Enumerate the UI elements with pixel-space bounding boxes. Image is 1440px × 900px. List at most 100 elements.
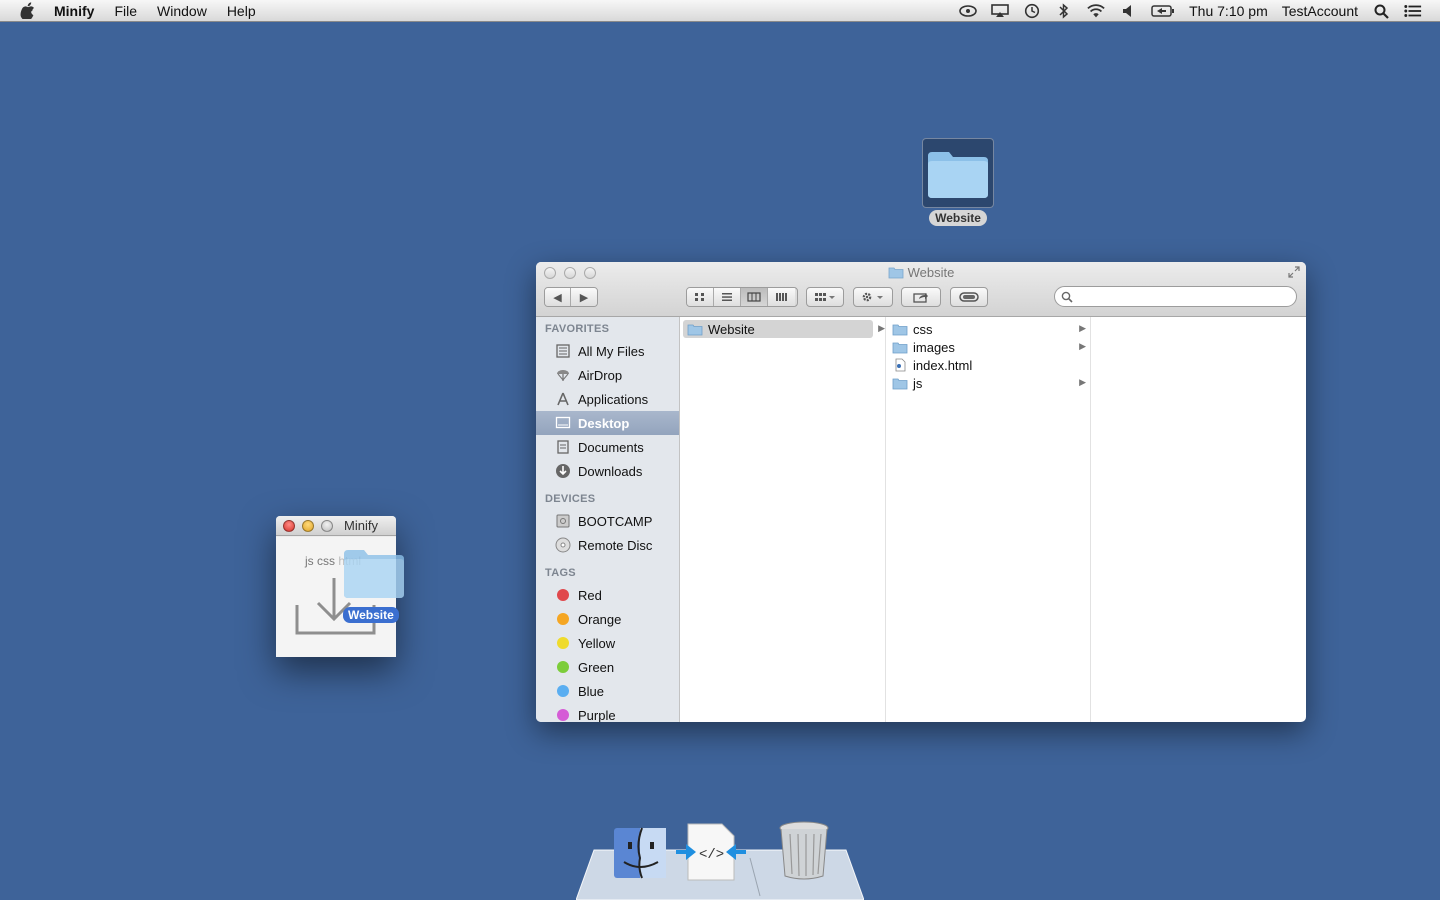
menu-clock[interactable]: Thu 7:10 pm	[1189, 3, 1268, 19]
disclosure-arrow-icon: ▶	[1079, 377, 1086, 387]
sidebar-item-label: Downloads	[578, 463, 643, 479]
list-item-js[interactable]: js ▶	[886, 374, 1090, 392]
airplay-icon[interactable]	[991, 3, 1009, 19]
dock: </>	[576, 821, 864, 900]
devices-header: DEVICES	[545, 493, 596, 505]
sidebar-tag-purple[interactable]: Purple	[536, 703, 679, 722]
fullscreen-icon[interactable]	[1288, 266, 1300, 281]
spotlight-search-icon[interactable]	[1372, 3, 1390, 19]
icon-view-button[interactable]	[687, 288, 714, 306]
time-machine-icon[interactable]	[1023, 3, 1041, 19]
finder-toolbar: Website ◀ ▶	[536, 262, 1306, 317]
desktop-icon	[554, 414, 572, 432]
window-title: Website	[536, 265, 1306, 280]
forward-button[interactable]: ▶	[571, 288, 597, 306]
favorites-header: FAVORITES	[545, 323, 610, 335]
volume-icon[interactable]	[1119, 3, 1137, 19]
folder-icon	[892, 378, 908, 389]
sidebar-item-bootcamp[interactable]: BOOTCAMP	[536, 509, 679, 533]
back-button[interactable]: ◀	[545, 288, 572, 306]
tags-button[interactable]	[950, 287, 988, 307]
minify-dock-icon[interactable]: </>	[676, 822, 746, 882]
sidebar-tag-red[interactable]: Red	[536, 583, 679, 607]
sidebar-item-label: Yellow	[578, 635, 616, 651]
sidebar-item-airdrop[interactable]: AirDrop	[536, 363, 679, 387]
folder-icon	[892, 324, 908, 335]
menu-file[interactable]: File	[114, 3, 137, 19]
cover-flow-view-button[interactable]	[768, 288, 795, 306]
wifi-icon[interactable]	[1087, 3, 1105, 19]
gear-icon	[862, 292, 883, 302]
sidebar-item-remote-disc[interactable]: Remote Disc	[536, 533, 679, 557]
finder-sidebar: FAVORITES All My Files AirDrop Applicati…	[536, 317, 680, 722]
close-button[interactable]	[283, 520, 295, 532]
search-input[interactable]	[1077, 289, 1277, 304]
sidebar-tag-yellow[interactable]: Yellow	[536, 631, 679, 655]
menu-user-account[interactable]: TestAccount	[1282, 3, 1358, 19]
applications-icon	[554, 390, 572, 408]
apple-menu-icon[interactable]	[20, 2, 36, 19]
disclosure-arrow-icon: ▶	[1079, 341, 1086, 351]
creative-cloud-icon[interactable]	[959, 3, 977, 19]
action-button[interactable]	[853, 287, 893, 307]
menu-help[interactable]: Help	[227, 3, 256, 19]
desktop-website-folder[interactable]: Website	[922, 138, 994, 227]
minimize-button[interactable]	[302, 520, 314, 532]
sidebar-item-label: BOOTCAMP	[578, 513, 653, 529]
sidebar-item-label: Purple	[578, 707, 616, 723]
list-view-button[interactable]	[714, 288, 741, 306]
finder-dock-icon[interactable]	[612, 824, 668, 882]
menu-app-name[interactable]: Minify	[54, 3, 94, 19]
menu-window[interactable]: Window	[157, 3, 207, 19]
view-mode-group	[686, 287, 798, 307]
svg-text:</>: </>	[699, 847, 724, 863]
downloads-icon	[554, 462, 572, 480]
back-forward-group: ◀ ▶	[544, 287, 598, 307]
item-name: Website	[708, 321, 755, 337]
folder-icon	[888, 267, 904, 279]
item-name: css	[913, 321, 933, 337]
sidebar-item-downloads[interactable]: Downloads	[536, 459, 679, 483]
search-icon	[1061, 291, 1073, 303]
sidebar-item-documents[interactable]: Documents	[536, 435, 679, 459]
folder-icon	[922, 138, 994, 208]
battery-icon[interactable]	[1151, 3, 1175, 19]
notification-center-icon[interactable]	[1404, 3, 1422, 19]
item-name: js	[913, 375, 923, 391]
dragged-item-label: Website	[343, 607, 399, 623]
list-item-images[interactable]: images ▶	[886, 338, 1090, 356]
list-item-css[interactable]: css ▶	[886, 320, 1090, 338]
sidebar-item-label: Orange	[578, 611, 622, 627]
list-item-index-html[interactable]: index.html	[886, 356, 1090, 374]
column-view-icon	[747, 292, 761, 302]
list-item-website[interactable]: Website ▶	[683, 320, 885, 338]
search-field[interactable]	[1054, 286, 1297, 307]
minify-titlebar: Minify	[276, 516, 396, 536]
sidebar-tag-blue[interactable]: Blue	[536, 679, 679, 703]
column-2: css ▶ images ▶ index.html js ▶	[886, 317, 1091, 722]
sidebar-item-label: Remote Disc	[578, 537, 653, 553]
trash-dock-icon[interactable]	[776, 820, 832, 882]
disclosure-arrow-icon: ▶	[1079, 323, 1086, 333]
sidebar-item-desktop[interactable]: Desktop	[536, 411, 679, 435]
item-name: index.html	[913, 357, 973, 373]
cover-flow-icon	[775, 293, 787, 301]
html-file-icon	[895, 358, 906, 372]
sidebar-item-label: Documents	[578, 439, 644, 455]
zoom-button[interactable]	[321, 520, 333, 532]
arrange-icon	[815, 293, 835, 301]
share-button[interactable]	[901, 287, 941, 307]
window-title-text: Website	[907, 265, 955, 280]
tag-icon	[959, 292, 979, 302]
blue-tag-dot	[557, 685, 569, 697]
icon-view-icon	[695, 293, 704, 301]
tags-header: TAGS	[545, 567, 576, 579]
sidebar-tag-green[interactable]: Green	[536, 655, 679, 679]
sidebar-tag-orange[interactable]: Orange	[536, 607, 679, 631]
bluetooth-icon[interactable]	[1055, 3, 1073, 19]
sidebar-item-label: All My Files	[578, 343, 645, 359]
sidebar-item-applications[interactable]: Applications	[536, 387, 679, 411]
sidebar-item-all-my-files[interactable]: All My Files	[536, 339, 679, 363]
column-view-button[interactable]	[741, 288, 768, 306]
arrange-button[interactable]	[806, 287, 844, 307]
